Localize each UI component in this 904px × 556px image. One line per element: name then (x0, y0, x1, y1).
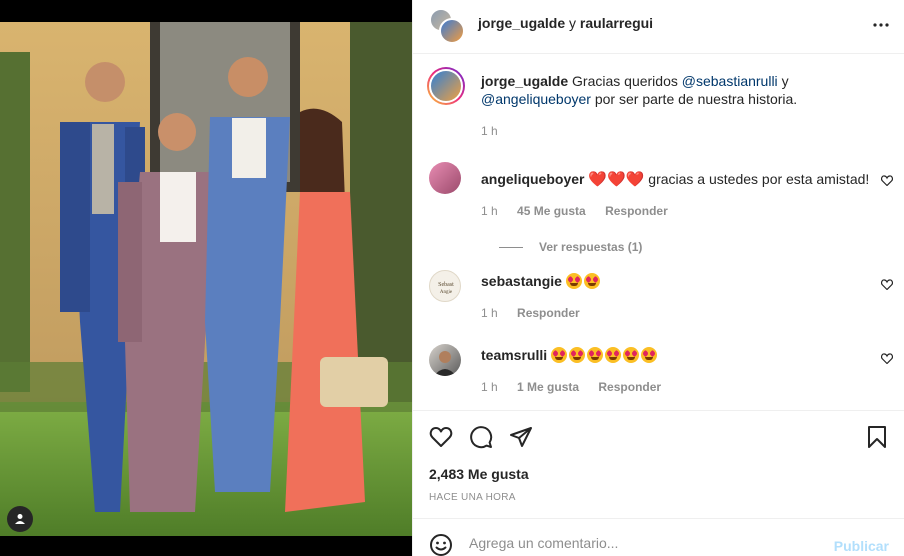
heart-eyes-emoji (605, 347, 622, 363)
publish-button[interactable]: Publicar (834, 538, 889, 554)
caption-text: jorge_ugalde Gracias queridos @sebastian… (481, 72, 871, 108)
caption-meta: 1 h (481, 124, 514, 138)
post-header: jorge_ugalde y raularregui (413, 0, 904, 54)
post-timestamp[interactable]: HACE UNA HORA (429, 492, 516, 503)
post-media[interactable] (0, 0, 412, 556)
collab-avatars[interactable] (429, 8, 465, 44)
comment-username[interactable]: teamsrulli (481, 347, 547, 363)
avatar[interactable] (429, 344, 461, 376)
author-link[interactable]: raularregui (580, 15, 653, 31)
comment-icon[interactable] (469, 425, 493, 449)
caption-text-before: Gracias queridos (572, 73, 678, 89)
heart-eyes-emoji (587, 347, 604, 363)
view-replies-label: Ver respuestas (1) (539, 240, 643, 254)
mention-link[interactable]: @sebastianrulli (682, 73, 778, 89)
more-horizontal-icon[interactable] (869, 13, 893, 37)
like-comment-heart-icon[interactable] (879, 350, 895, 366)
avatar[interactable] (429, 162, 461, 194)
heart-eyes-emoji (583, 273, 600, 289)
reply-button[interactable]: Responder (517, 306, 580, 320)
comment-meta: 1 h Responder (481, 306, 596, 320)
post-detail-panel: jorge_ugalde y raularregui jorge_ugalde … (412, 0, 904, 556)
avatar[interactable]: Sebast Angie (429, 270, 461, 302)
share-icon[interactable] (509, 425, 533, 449)
svg-text:Angie: Angie (440, 290, 453, 295)
comment-username[interactable]: angeliqueboyer (481, 171, 584, 187)
post-actions: 2,483 Me gusta HACE UNA HORA (413, 410, 904, 518)
caption-text-after: por ser parte de nuestra historia. (594, 91, 798, 107)
author-link[interactable]: jorge_ugalde (478, 15, 565, 31)
heart-eyes-emoji (569, 347, 586, 363)
comment-body: gracias a ustedes por esta amistad! (648, 171, 870, 187)
heart-eyes-emoji (623, 347, 640, 363)
comment-time[interactable]: 1 h (481, 204, 498, 218)
svg-text:Sebast: Sebast (438, 282, 454, 288)
likes-count[interactable]: 2,483 Me gusta (429, 466, 529, 482)
comment-item: teamsrulli 😍😍😍😍😍😍 1 h 1 Me gusta Respond… (429, 344, 895, 404)
avatar (439, 18, 465, 44)
authors-conjunction: y (569, 15, 577, 31)
like-comment-heart-icon[interactable] (879, 276, 895, 292)
heart-eyes-emoji (565, 273, 582, 289)
bookmark-icon[interactable] (865, 425, 889, 449)
comment-username[interactable]: sebastangie (481, 273, 562, 289)
caption-text-middle: y (781, 73, 789, 89)
tagged-user-icon[interactable] (7, 506, 33, 532)
reply-button[interactable]: Responder (598, 380, 661, 394)
comment-likes[interactable]: 1 Me gusta (517, 380, 579, 394)
caption-username[interactable]: jorge_ugalde (481, 73, 568, 89)
comment-text: sebastangie 😍😍 (481, 272, 871, 290)
post-caption: jorge_ugalde Gracias queridos @sebastian… (427, 67, 895, 148)
add-comment-bar: Publicar (413, 518, 904, 556)
heart-icon[interactable] (429, 425, 453, 449)
post-authors: jorge_ugalde y raularregui (478, 15, 653, 31)
comment-input[interactable] (469, 535, 829, 551)
comment-text: angeliqueboyer ❤️❤️❤️ gracias a ustedes … (481, 170, 871, 189)
photo-illustration (0, 22, 412, 536)
comment-time[interactable]: 1 h (481, 306, 498, 320)
mention-link[interactable]: @angeliqueboyer (481, 91, 591, 107)
heart-eyes-emoji (641, 347, 658, 363)
comment-item: angeliqueboyer ❤️❤️❤️ gracias a ustedes … (429, 162, 895, 254)
heart-eyes-emoji (551, 347, 568, 363)
comment-likes[interactable]: 45 Me gusta (517, 204, 586, 218)
avatar[interactable] (427, 67, 465, 105)
comment-meta: 1 h 45 Me gusta Responder (481, 204, 684, 218)
comment-meta: 1 h 1 Me gusta Responder (481, 380, 677, 394)
comment-text: teamsrulli 😍😍😍😍😍😍 (481, 346, 871, 364)
post-photo[interactable] (0, 22, 412, 536)
caption-time[interactable]: 1 h (481, 124, 498, 138)
like-comment-heart-icon[interactable] (879, 172, 895, 188)
reply-button[interactable]: Responder (605, 204, 668, 218)
view-replies-button[interactable]: Ver respuestas (1) (499, 240, 642, 254)
heart-emoji: ❤️❤️❤️ (588, 171, 645, 188)
emoji-icon[interactable] (429, 533, 453, 556)
comments-list[interactable]: jorge_ugalde Gracias queridos @sebastian… (413, 54, 904, 410)
comment-item: Sebast Angie sebastangie 😍😍 1 h Responder (429, 270, 895, 330)
comment-time[interactable]: 1 h (481, 380, 498, 394)
